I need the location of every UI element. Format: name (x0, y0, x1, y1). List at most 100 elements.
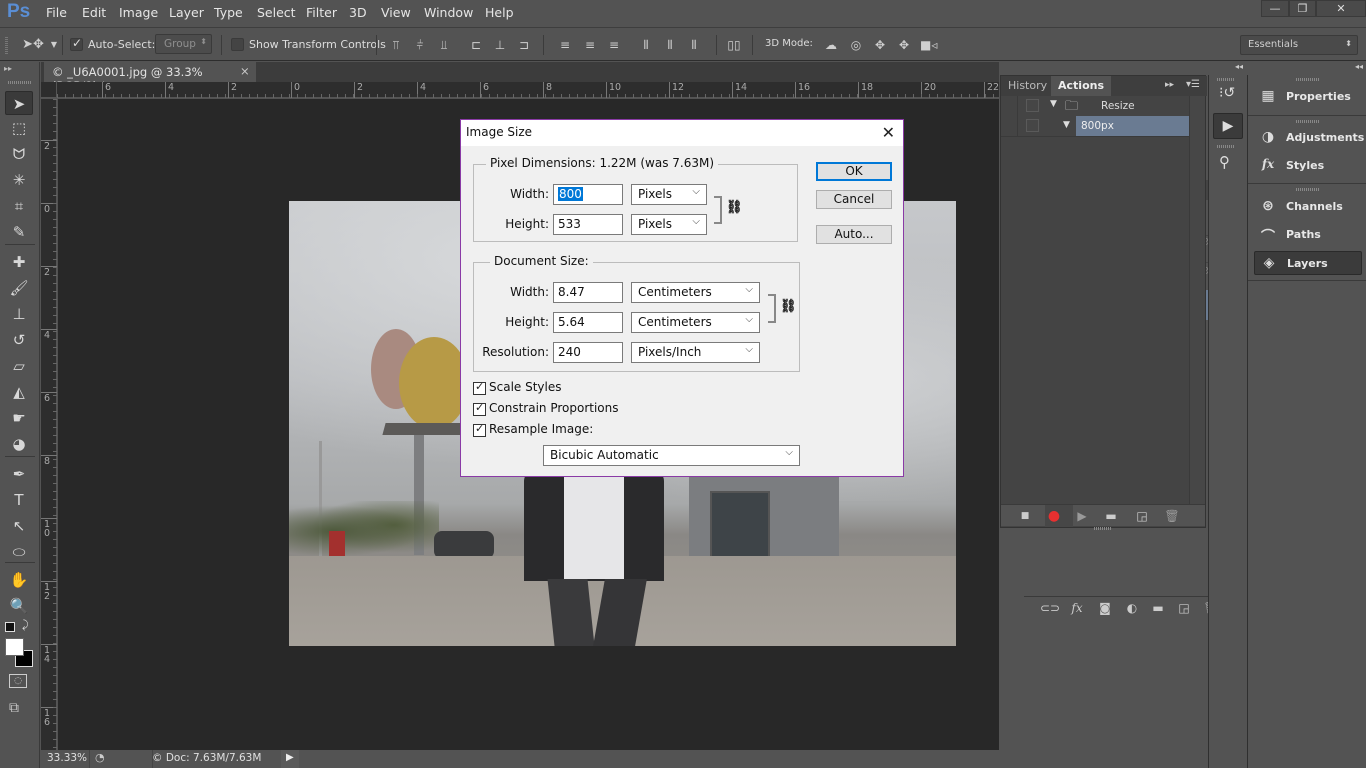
screen-mode-icon[interactable]: ⧉ (9, 700, 19, 716)
collapse-icon[interactable]: ◂◂ (1209, 62, 1247, 74)
document-tab[interactable]: © _U6A0001.jpg @ 33.3% (RGB/8) * × (44, 62, 256, 93)
status-info-icon[interactable]: ◔ (95, 751, 105, 764)
dock-item-styles[interactable]: fx Styles (1254, 154, 1362, 178)
close-button[interactable]: ✕ (1316, 0, 1366, 17)
new-set-icon[interactable]: ▬ (1102, 508, 1120, 524)
link-layers-icon[interactable]: ⊂⊃ (1040, 600, 1060, 616)
new-action-icon[interactable]: ◲ (1133, 508, 1151, 524)
collapse-toolbar-icon[interactable]: ▸▸ (4, 64, 12, 73)
path-selection-tool[interactable]: ↖ (5, 514, 33, 538)
dock-item-paths[interactable]: ⌒ Paths (1254, 223, 1362, 247)
workspace-switcher[interactable]: Essentials ⬍ (1240, 35, 1358, 55)
cancel-button[interactable]: Cancel (816, 190, 892, 209)
scrollbar[interactable] (1189, 96, 1205, 506)
resolution-input[interactable]: 240 (553, 342, 623, 363)
expand-triangle-icon[interactable]: ▼ (1063, 120, 1070, 130)
lasso-tool[interactable]: ᗢ (5, 142, 33, 166)
delete-icon[interactable]: 🗑 (1163, 508, 1181, 524)
horizontal-ruler[interactable]: 6 4 2 0 2 4 6 8 10 12 14 16 18 20 22 (57, 82, 999, 98)
resolution-unit-select[interactable]: Pixels/Inch ⌵ (631, 342, 760, 363)
collapse-icon[interactable]: ◂◂ (1248, 62, 1366, 74)
vertical-ruler[interactable]: 20246810121416 (41, 99, 57, 750)
fx-icon[interactable]: fx (1068, 600, 1086, 616)
doc-height-unit-select[interactable]: Centimeters ⌵ (631, 312, 760, 333)
chevron-down-icon[interactable]: ▼ (46, 37, 62, 53)
healing-brush-tool[interactable]: ✚ (5, 250, 33, 274)
zoom-tool[interactable]: 🔍 (5, 594, 33, 618)
ellipse-tool[interactable]: ⬭ (5, 540, 33, 564)
panel-menu-icon[interactable]: ▾☰ (1186, 79, 1200, 90)
menu-window[interactable]: Window (424, 5, 473, 20)
history-panel-icon[interactable]: ⁝↺ (1219, 85, 1235, 101)
paint-bucket-tool[interactable]: ◭ (5, 380, 33, 404)
ok-button[interactable]: OK (816, 162, 892, 181)
distribute-bottom-icon[interactable]: ≡ (606, 37, 622, 53)
auto-select-checkbox[interactable] (70, 36, 83, 51)
resample-image-checkbox[interactable] (473, 422, 486, 437)
auto-align-icon[interactable]: ▯▯ (726, 37, 742, 53)
menu-filter[interactable]: Filter (306, 5, 337, 20)
brush-tool[interactable]: 🖌 (5, 276, 33, 300)
constrain-proportions-checkbox[interactable] (473, 401, 486, 416)
doc-width-input[interactable]: 8.47 (553, 282, 623, 303)
foreground-color-swatch[interactable] (5, 638, 24, 656)
tab-history[interactable]: History (1001, 76, 1054, 96)
3d-drag-icon[interactable]: ✥ (872, 37, 888, 53)
align-top-icon[interactable]: ⫪ (388, 37, 404, 53)
grip-handle[interactable] (5, 36, 8, 54)
align-vcenter-icon[interactable]: ⫩ (412, 37, 428, 53)
stop-icon[interactable]: ■ (1016, 508, 1034, 524)
ruler-origin[interactable] (41, 82, 57, 98)
move-tool-preset-icon[interactable]: ➤✥ (22, 37, 44, 53)
type-tool[interactable]: T (5, 488, 33, 512)
menu-image[interactable]: Image (119, 5, 158, 20)
play-icon[interactable]: ▶ (1073, 508, 1091, 524)
tool-presets-icon[interactable]: ⚲ (1219, 153, 1230, 171)
magic-wand-tool[interactable]: ✳ (5, 168, 33, 192)
new-group-icon[interactable]: ▬ (1149, 600, 1167, 616)
auto-select-target-dropdown[interactable]: Group ⬍ (155, 34, 212, 54)
dock-item-channels[interactable]: ⊛ Channels (1254, 195, 1362, 219)
dodge-tool[interactable]: ◕ (5, 432, 33, 456)
distribute-right-icon[interactable]: ⫴ (686, 37, 702, 53)
history-brush-tool[interactable]: ↺ (5, 328, 33, 352)
marquee-tool[interactable]: ⬚ (5, 116, 33, 140)
hand-tool[interactable]: ✋ (5, 568, 33, 592)
new-layer-icon[interactable]: ◲ (1175, 600, 1193, 616)
dialog-title-bar[interactable]: Image Size ✕ (461, 120, 903, 146)
align-left-icon[interactable]: ⊏ (468, 37, 484, 53)
default-colors-icon[interactable] (5, 622, 15, 632)
menu-file[interactable]: File (46, 5, 67, 20)
pixel-height-unit-select[interactable]: Pixels ⌵ (631, 214, 707, 235)
doc-height-input[interactable]: 5.64 (553, 312, 623, 333)
resample-method-select[interactable]: Bicubic Automatic ⌵ (543, 445, 800, 466)
distribute-top-icon[interactable]: ≡ (557, 37, 573, 53)
actions-panel-icon[interactable]: ▶ (1213, 113, 1243, 139)
pen-tool[interactable]: ✒ (5, 462, 33, 486)
adjustment-layer-icon[interactable]: ◐ (1123, 600, 1141, 616)
3d-slide-icon[interactable]: ✥ (896, 37, 912, 53)
dialog-close-icon[interactable]: ✕ (882, 123, 895, 142)
align-right-icon[interactable]: ⊐ (516, 37, 532, 53)
align-hcenter-icon[interactable]: ⊥ (492, 37, 508, 53)
restore-button[interactable]: ❐ (1289, 0, 1316, 17)
eyedropper-tool[interactable]: ✎ (5, 220, 33, 244)
menu-3d[interactable]: 3D (349, 5, 367, 20)
smudge-tool[interactable]: ☛ (5, 406, 33, 430)
crop-tool[interactable]: ⌗ (5, 194, 33, 218)
scale-styles-checkbox[interactable] (473, 380, 486, 395)
menu-view[interactable]: View (381, 5, 411, 20)
distribute-left-icon[interactable]: ⫴ (638, 37, 654, 53)
doc-width-unit-select[interactable]: Centimeters ⌵ (631, 282, 760, 303)
menu-select[interactable]: Select (257, 5, 296, 20)
distribute-vcenter-icon[interactable]: ≡ (582, 37, 598, 53)
toggle-item-checkbox[interactable] (1026, 119, 1039, 132)
expand-triangle-icon[interactable]: ▼ (1050, 99, 1057, 109)
minimize-button[interactable]: — (1261, 0, 1289, 17)
action-set-row[interactable]: ▼ 🗀 Resize (1018, 96, 1190, 116)
panel-collapse-icon[interactable]: ▸▸ (1165, 80, 1174, 90)
pixel-height-input[interactable]: 533 (553, 214, 623, 235)
pixel-width-input[interactable]: 800 (553, 184, 623, 205)
move-tool[interactable]: ➤ (5, 91, 33, 115)
clone-stamp-tool[interactable]: ⊥ (5, 302, 33, 326)
